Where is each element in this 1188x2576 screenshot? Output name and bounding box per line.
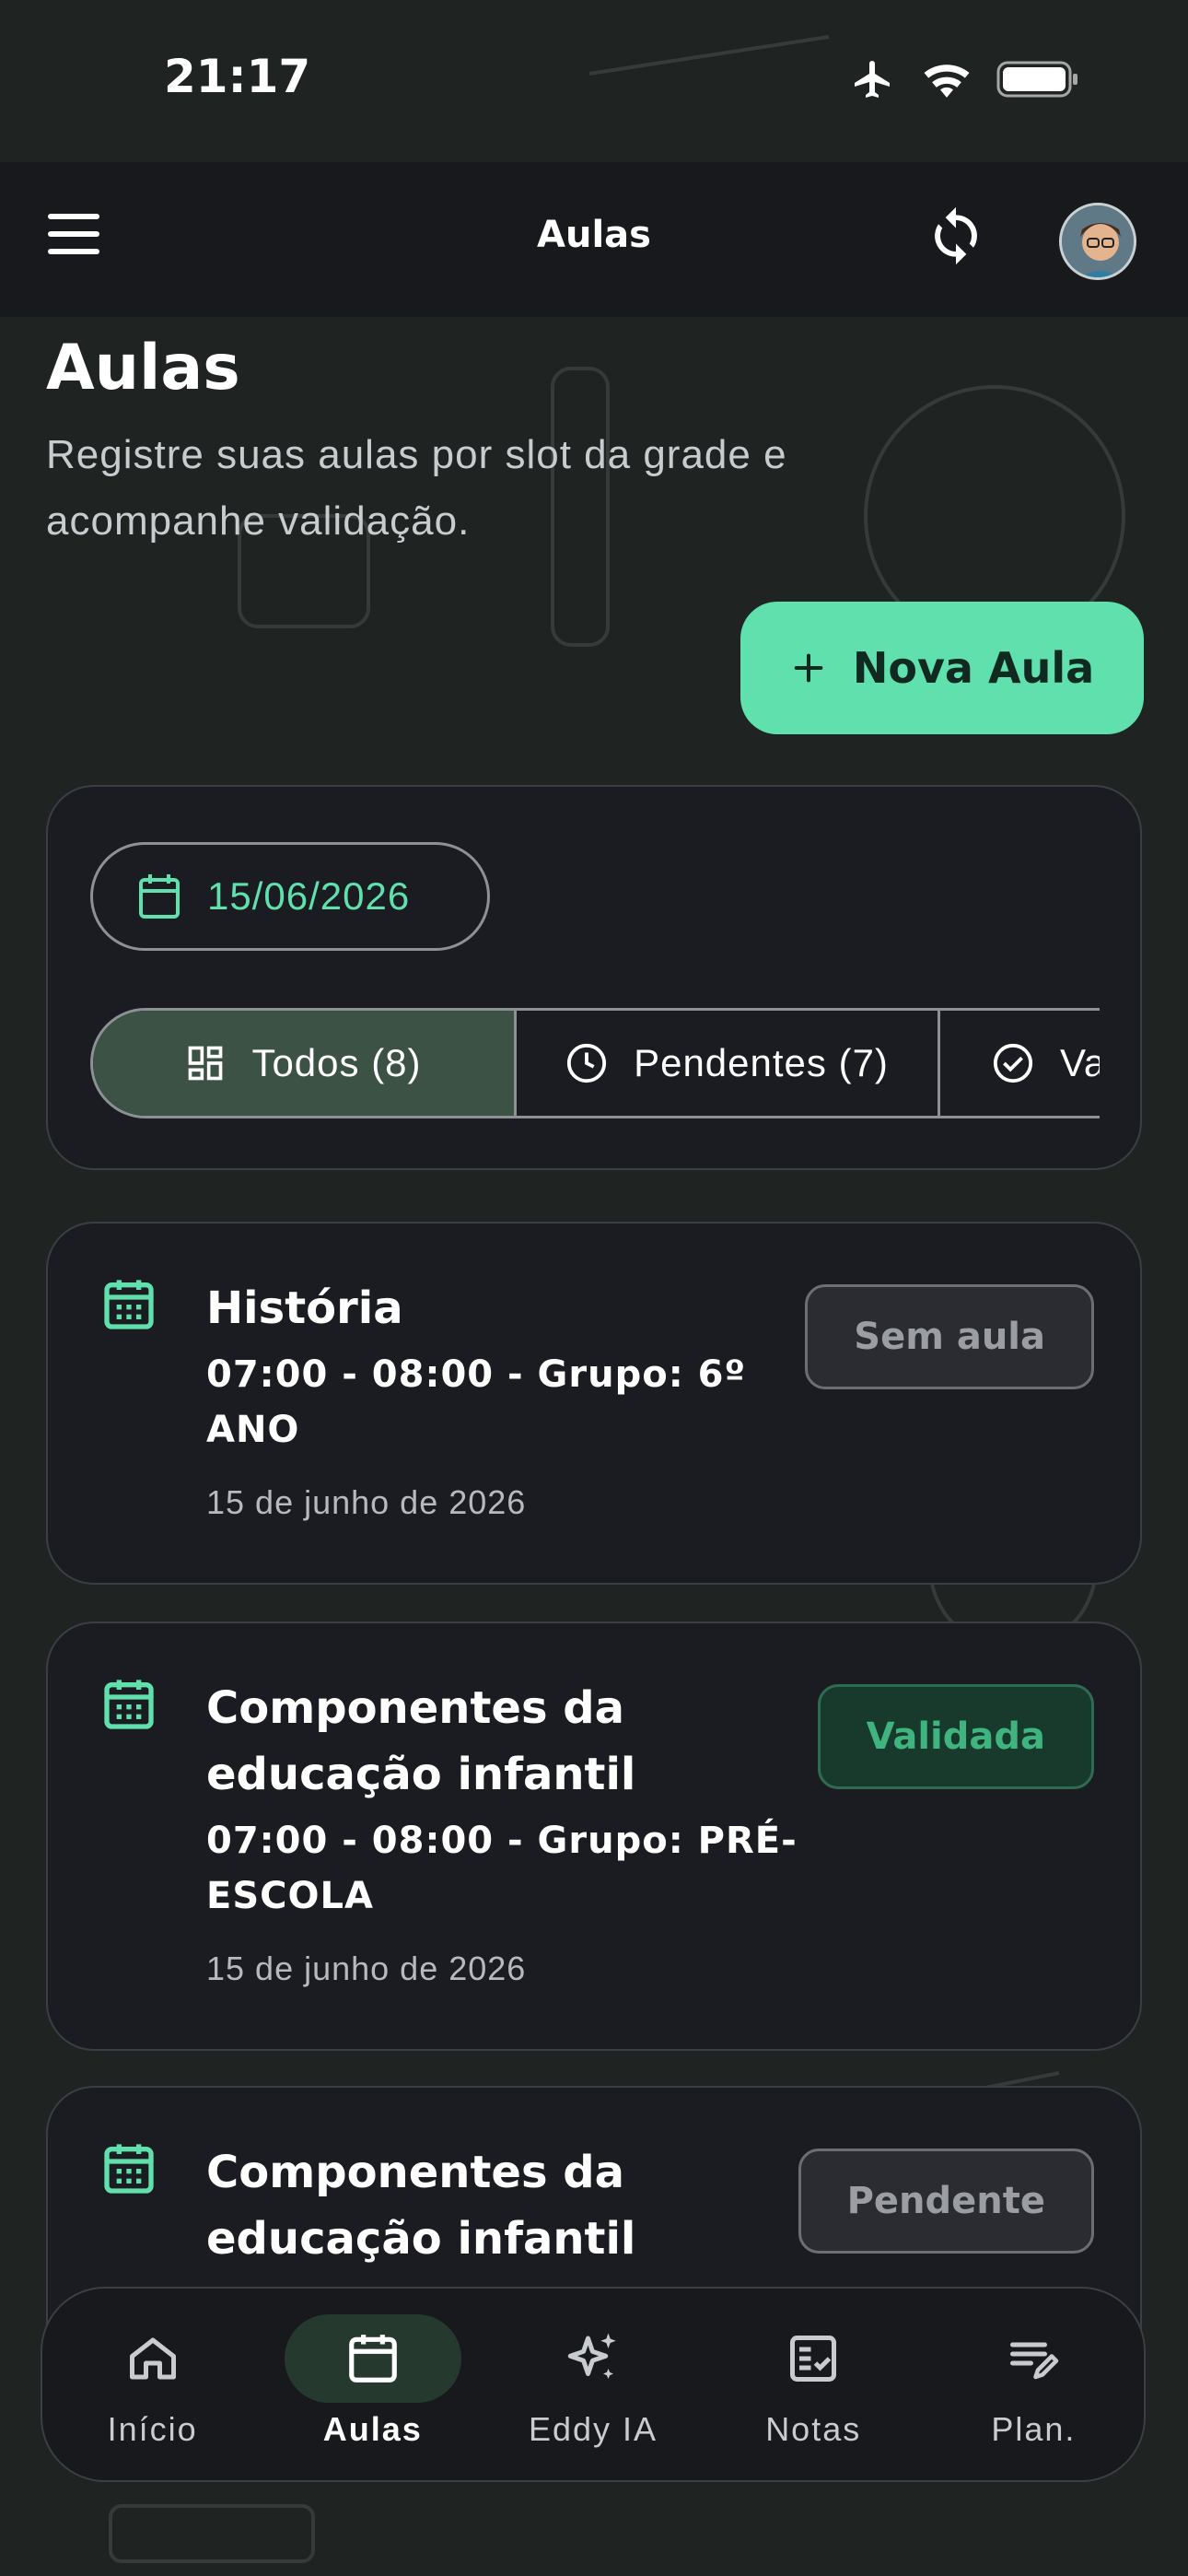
nav-item-plan[interactable]: Plan. [924,2289,1144,2480]
nav-label: Notas [765,2410,862,2448]
sync-icon [935,206,977,265]
tab-pendentes[interactable]: Pendentes (7) [517,1011,940,1116]
calendar-icon [348,2335,397,2383]
status-icons [849,57,1079,101]
lesson-card[interactable]: Componentes da educação infantil 07:00 -… [46,1622,1142,2051]
status-time: 21:17 [164,50,311,103]
tab-todos[interactable]: Todos (8) [93,1011,517,1116]
lesson-subject: Componentes da educação infantil [206,1682,636,1800]
date-picker[interactable]: 15/06/2026 [90,842,490,951]
edit-note-icon [1010,2342,1059,2380]
app-bar: Aulas [0,162,1188,317]
new-lesson-button[interactable]: Nova Aula [740,602,1144,734]
home-icon [129,2337,176,2380]
tab-label: Va [1060,1041,1100,1084]
nav-icon-container [505,2314,681,2403]
new-lesson-label: Nova Aula [852,643,1095,693]
calendar-icon [139,874,180,919]
lesson-date: 15 de junho de 2026 [206,1950,527,1987]
page-subtitle: Registre suas aulas por slot da grade e … [46,432,787,544]
airplane-icon [855,61,890,98]
check-circle-icon [993,1043,1033,1083]
sparkle-icon [567,2333,616,2379]
status-filter-tabs: Todos (8) Pendentes (7) Va [90,1008,1100,1118]
lesson-date: 15 de junho de 2026 [206,1483,527,1521]
status-bar: 21:17 [0,0,1188,162]
tab-validadas[interactable]: Va [940,1011,1100,1116]
nav-item-eddy-ia[interactable]: Eddy IA [483,2289,703,2480]
nav-item-inicio[interactable]: Início [42,2289,262,2480]
app-title: Aulas [537,214,651,256]
nav-item-aulas[interactable]: Aulas [262,2289,483,2480]
sync-button[interactable] [925,205,987,267]
clock-icon [566,1043,607,1083]
nav-icon-container [945,2314,1122,2403]
status-badge: Pendente [798,2149,1094,2254]
wifi-icon [924,64,970,98]
lesson-subject: Componentes da educação infantil [206,2147,636,2265]
calendar-icon [104,1680,154,1729]
nav-label: Aulas [322,2410,423,2448]
nav-icon-container [284,2314,461,2403]
nav-icon-container [725,2314,902,2403]
notes-icon [790,2336,837,2382]
status-badge: Validada [817,1684,1094,1789]
lesson-subject: História [206,1282,403,1334]
lesson-details: Componentes da educação infantil [206,2139,833,2272]
nav-label: Início [107,2410,198,2448]
tab-label: Pendentes (7) [634,1041,889,1084]
lesson-card[interactable]: História 07:00 - 08:00 - Grupo: 6º ANO 1… [46,1222,1142,1585]
battery-icon [996,61,1077,98]
lesson-time: 07:00 - 08:00 - Grupo: 6º ANO [206,1353,747,1451]
lesson-details: História 07:00 - 08:00 - Grupo: 6º ANO 1… [206,1275,833,1522]
nav-label: Plan. [991,2410,1077,2448]
bottom-nav: Início Aulas Eddy IA Notas Plan. [41,2287,1146,2482]
nav-label: Eddy IA [528,2410,658,2448]
nav-icon-container [64,2314,241,2403]
date-value: 15/06/2026 [207,874,411,918]
avatar[interactable] [1059,203,1136,280]
avatar-image [1062,205,1134,277]
grid-icon [189,1046,223,1081]
lesson-details: Componentes da educação infantil 07:00 -… [206,1675,833,1988]
calendar-icon [104,2144,154,2194]
lesson-time: 07:00 - 08:00 - Grupo: PRÉ-ESCOLA [206,1820,798,1917]
nav-item-notas[interactable]: Notas [704,2289,924,2480]
tab-label: Todos (8) [251,1041,422,1084]
filter-card: 15/06/2026 Todos (8) Pendentes (7) Va [46,785,1142,1170]
calendar-icon [104,1280,154,1329]
page-header: Aulas Registre suas aulas por slot da gr… [46,332,1142,555]
status-badge: Sem aula [805,1284,1094,1389]
plus-icon [794,653,823,683]
page-title: Aulas [46,332,240,404]
